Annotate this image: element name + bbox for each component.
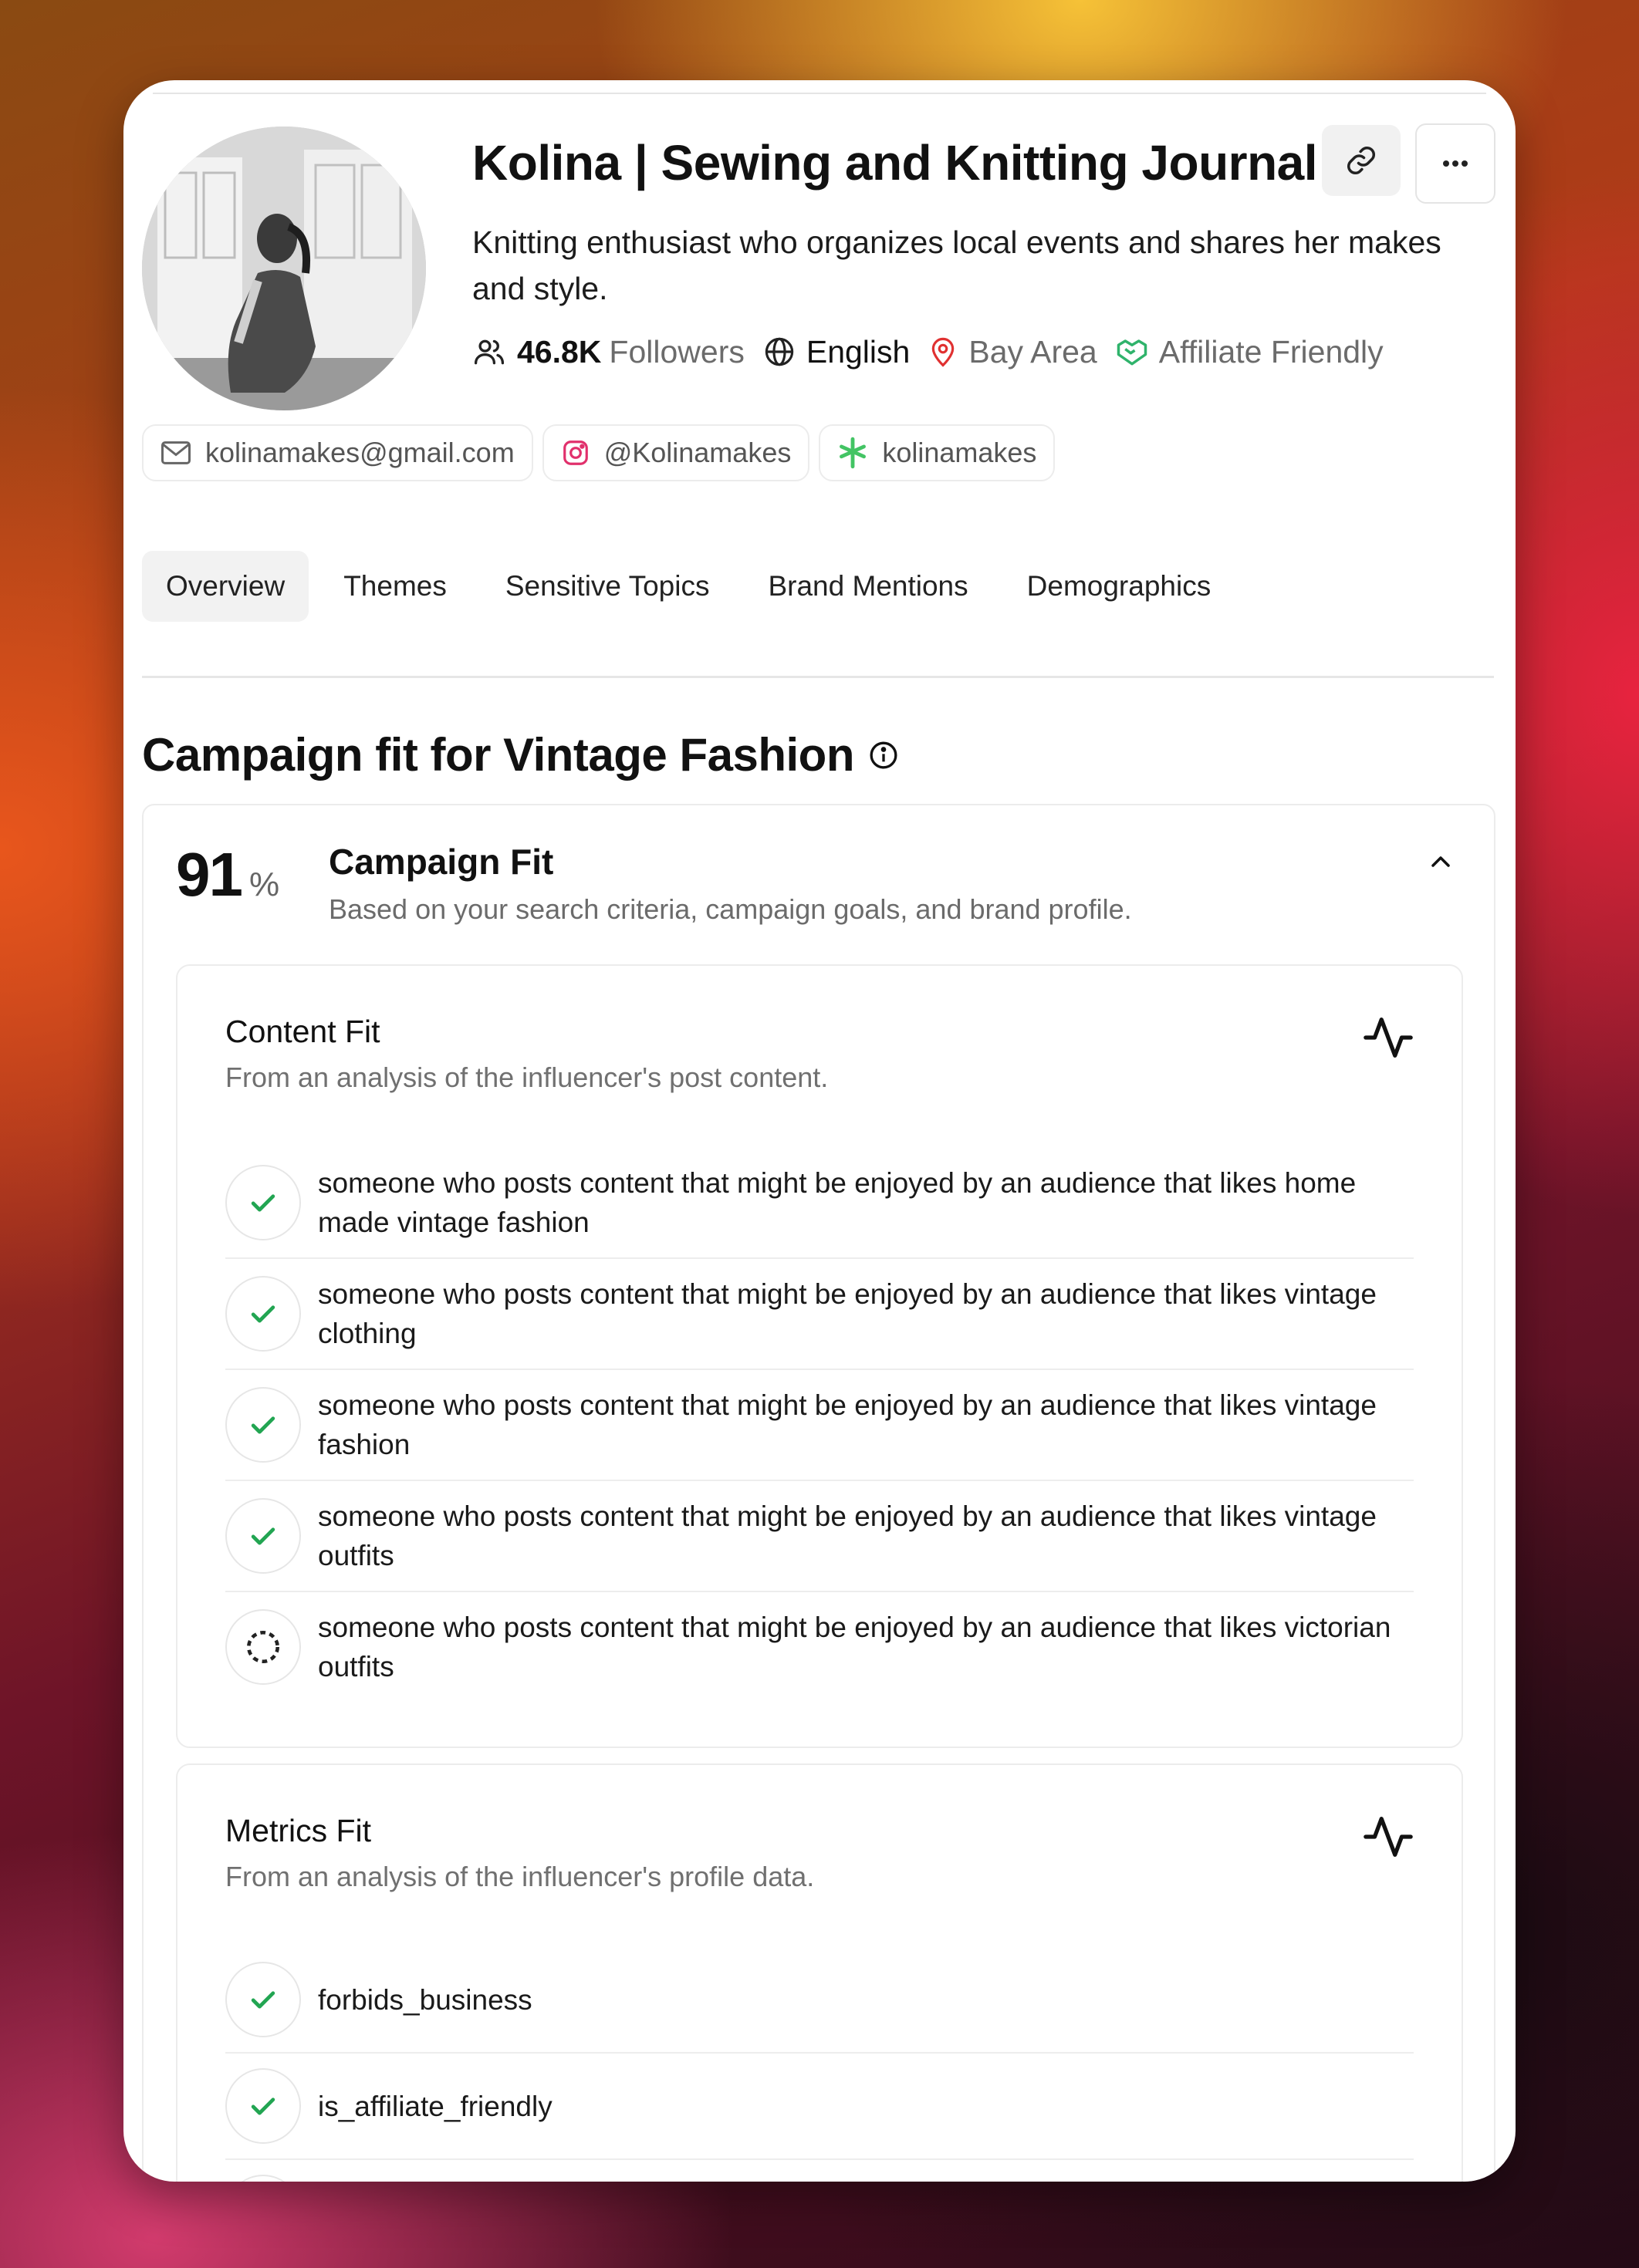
content-fit-item-text: someone who posts content that might be … — [318, 1500, 1377, 1571]
profile-bio: Knitting enthusiast who organizes local … — [472, 224, 1441, 306]
list-item: someone who posts content that might be … — [225, 1259, 1414, 1370]
instagram-chip[interactable]: @Kolinamakes — [542, 424, 810, 481]
tab-brand-mentions[interactable]: Brand Mentions — [744, 551, 992, 622]
profile-stats: 46.8K Followers English Bay Area Affilia… — [472, 329, 1384, 375]
metrics-fit-panel: Metrics Fit From an analysis of the infl… — [176, 1763, 1463, 2182]
top-divider — [153, 93, 1486, 94]
instagram-handle: @Kolinamakes — [603, 437, 792, 468]
chevron-up-icon[interactable] — [1428, 853, 1454, 870]
influencer-profile-card: Kolina | Sewing and Knitting Journal Kni… — [123, 80, 1516, 2182]
linktree-chip[interactable]: kolinamakes — [819, 424, 1056, 481]
contact-links: kolinamakes@gmail.com @Kolinamakes kolin… — [142, 424, 1056, 481]
status-icon — [225, 2175, 301, 2182]
users-icon — [472, 335, 506, 369]
campaign-fit-heading: Campaign Fit — [329, 842, 554, 882]
campaign-section-title: Campaign fit for Vintage Fashion — [142, 728, 899, 781]
link-icon — [1347, 146, 1376, 175]
check-icon — [225, 1165, 301, 1240]
tab-demographics[interactable]: Demographics — [1003, 551, 1235, 622]
campaign-section-heading: Campaign fit for Vintage Fashion — [142, 729, 854, 781]
score-value: 91 — [176, 840, 243, 909]
tab-overview[interactable]: Overview — [142, 551, 309, 622]
mail-icon — [161, 441, 191, 464]
content-fit-item-text: someone who posts content that might be … — [318, 1389, 1377, 1460]
campaign-fit-header: Campaign Fit Based on your search criter… — [329, 841, 1132, 926]
list-item: someone who posts content that might be … — [225, 1592, 1414, 1702]
campaign-fit-score: 91 % — [176, 839, 279, 910]
instagram-icon — [563, 440, 588, 465]
check-icon — [225, 2068, 301, 2144]
ellipsis-icon — [1443, 160, 1468, 167]
metrics-fit-list: forbids_business is_affiliate_friendly — [225, 1947, 1414, 2182]
check-icon — [225, 1498, 301, 1574]
list-item: forbids_business — [225, 1947, 1414, 2054]
linktree-handle: kolinamakes — [882, 437, 1037, 468]
avatar — [142, 127, 426, 410]
email-chip[interactable]: kolinamakes@gmail.com — [142, 424, 533, 481]
activity-icon — [1364, 1817, 1413, 1857]
list-item: someone who posts content that might be … — [225, 1370, 1414, 1481]
copy-link-button[interactable] — [1322, 125, 1401, 196]
activity-icon — [1364, 1018, 1413, 1058]
content-fit-item-text: someone who posts content that might be … — [318, 1167, 1357, 1238]
metrics-fit-item-text: forbids_business — [318, 1983, 532, 2016]
profile-tabs: Overview Themes Sensitive Topics Brand M… — [142, 551, 1235, 622]
tab-themes[interactable]: Themes — [319, 551, 471, 622]
location-pin-icon — [928, 336, 958, 368]
content-fit-item-text: someone who posts content that might be … — [318, 1612, 1391, 1682]
followers-count: 46.8K — [517, 333, 602, 370]
location: Bay Area — [968, 333, 1097, 370]
globe-icon — [763, 336, 796, 368]
content-fit-item-text: someone who posts content that might be … — [318, 1278, 1377, 1349]
check-icon — [225, 1387, 301, 1463]
list-item: is_affiliate_friendly — [225, 2054, 1414, 2160]
list-item: someone who posts content that might be … — [225, 1148, 1414, 1259]
avatar-photo — [142, 127, 426, 410]
language: English — [806, 333, 911, 370]
email-text: kolinamakes@gmail.com — [205, 437, 515, 468]
content-fit-title: Content Fit — [225, 1014, 380, 1049]
list-item — [225, 2160, 1414, 2182]
linktree-icon — [840, 437, 867, 469]
handshake-icon — [1116, 336, 1148, 367]
metrics-fit-title: Metrics Fit — [225, 1813, 372, 1848]
check-icon — [225, 1276, 301, 1352]
affiliate-badge: Affiliate Friendly — [1158, 333, 1384, 370]
check-icon — [225, 1962, 301, 2037]
metrics-fit-item-text: is_affiliate_friendly — [318, 2090, 553, 2122]
campaign-fit-box: 91 % Campaign Fit Based on your search c… — [142, 804, 1495, 2182]
followers-label: Followers — [609, 333, 745, 370]
score-unit: % — [248, 866, 280, 903]
profile-name: Kolina | Sewing and Knitting Journal — [472, 135, 1318, 191]
list-item: someone who posts content that might be … — [225, 1481, 1414, 1592]
pending-icon — [225, 1609, 301, 1685]
content-fit-subtitle: From an analysis of the influencer's pos… — [225, 1061, 829, 1093]
more-options-button[interactable] — [1415, 123, 1495, 204]
tab-sensitive-topics[interactable]: Sensitive Topics — [482, 551, 734, 622]
info-icon[interactable] — [868, 740, 899, 771]
campaign-fit-subheading: Based on your search criteria, campaign … — [329, 893, 1132, 925]
metrics-fit-subtitle: From an analysis of the influencer's pro… — [225, 1861, 815, 1892]
tabs-divider — [142, 676, 1494, 678]
content-fit-list: someone who posts content that might be … — [225, 1148, 1414, 1702]
content-fit-panel: Content Fit From an analysis of the infl… — [176, 964, 1463, 1748]
